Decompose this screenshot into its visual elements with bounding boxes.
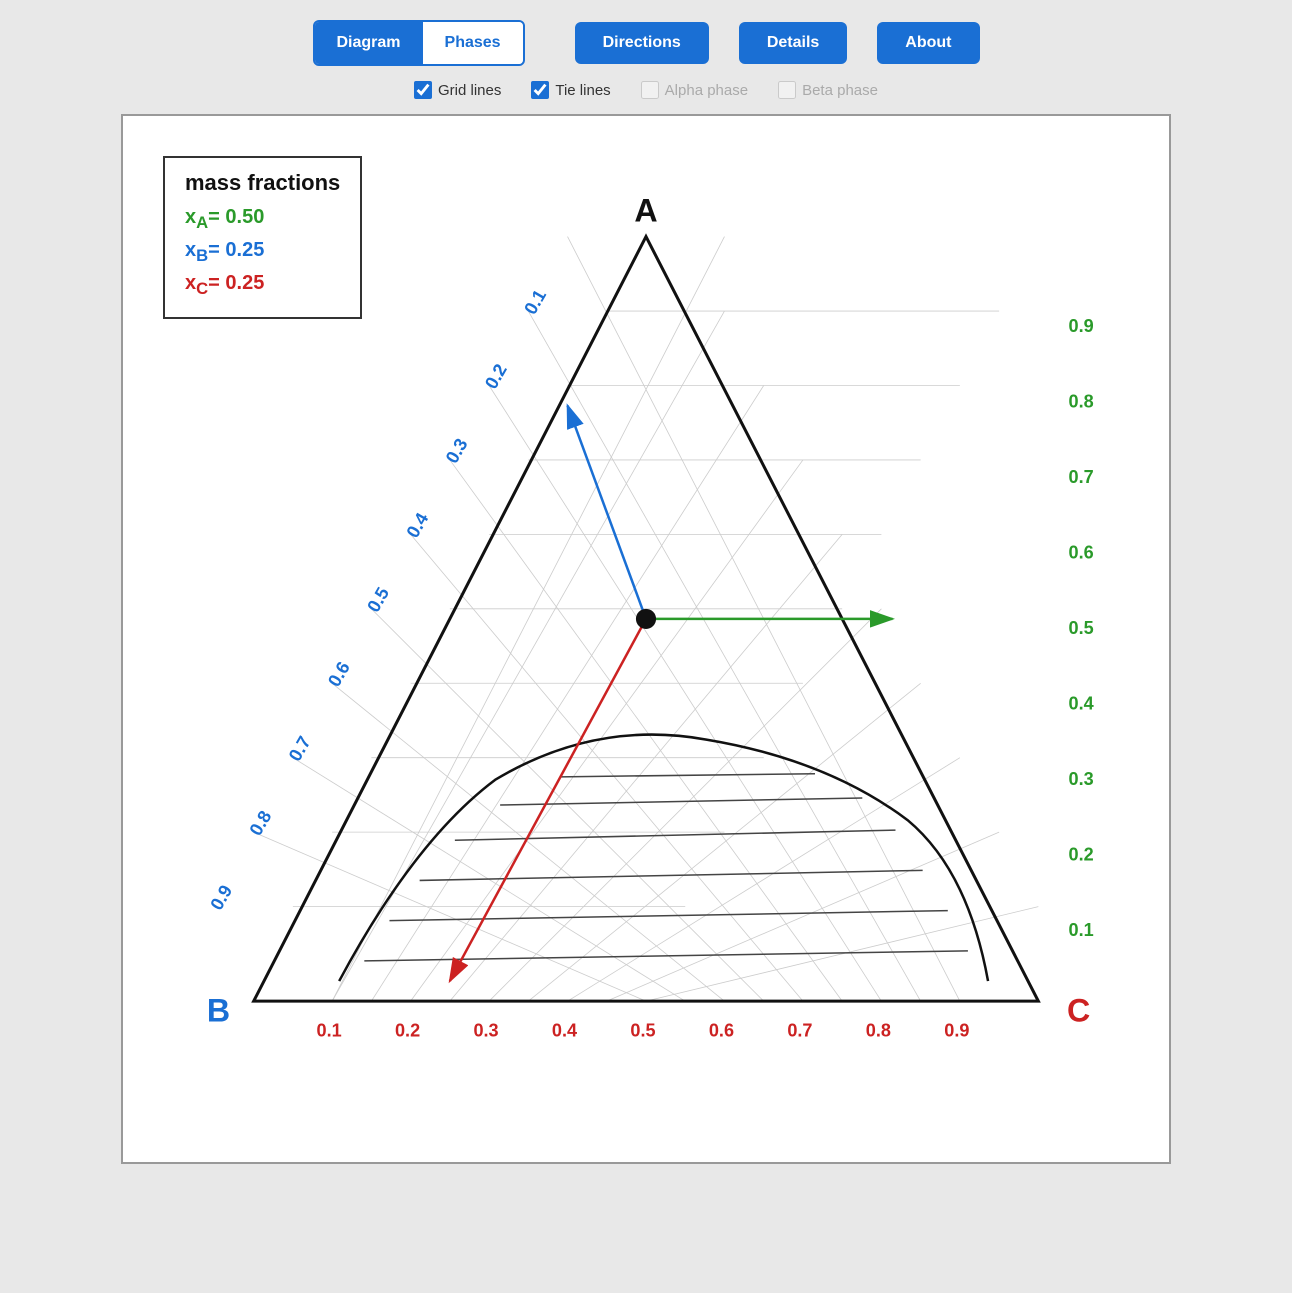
svg-text:0.3: 0.3 bbox=[442, 435, 472, 467]
svg-text:0.3: 0.3 bbox=[473, 1020, 498, 1040]
svg-text:0.5: 0.5 bbox=[1069, 618, 1094, 638]
legend-xc: xC= 0.25 bbox=[185, 272, 340, 299]
alpha-phase-checkbox[interactable] bbox=[641, 81, 659, 99]
blue-axis-labels: 0.1 0.2 0.3 0.4 0.5 0.6 0.7 0.8 0.9 bbox=[206, 286, 550, 913]
svg-text:0.3: 0.3 bbox=[1069, 769, 1094, 789]
svg-text:0.8: 0.8 bbox=[866, 1020, 891, 1040]
tie-lines-label: Tie lines bbox=[555, 82, 610, 99]
beta-phase-option[interactable]: Beta phase bbox=[778, 81, 878, 99]
tie-lines-option[interactable]: Tie lines bbox=[531, 81, 610, 99]
legend-xb: xB= 0.25 bbox=[185, 239, 340, 266]
svg-text:0.9: 0.9 bbox=[206, 882, 236, 914]
grid-lines-checkbox[interactable] bbox=[414, 81, 432, 99]
svg-text:0.8: 0.8 bbox=[1069, 392, 1094, 412]
legend-xa: xA= 0.50 bbox=[185, 206, 340, 233]
svg-text:0.9: 0.9 bbox=[1069, 316, 1094, 336]
vertex-b-label: B bbox=[207, 992, 230, 1028]
beta-phase-checkbox[interactable] bbox=[778, 81, 796, 99]
svg-text:0.4: 0.4 bbox=[552, 1020, 577, 1040]
tie-lines-checkbox[interactable] bbox=[531, 81, 549, 99]
blue-arrow bbox=[568, 406, 646, 619]
svg-text:0.7: 0.7 bbox=[1069, 467, 1094, 487]
svg-text:0.4: 0.4 bbox=[1069, 693, 1094, 713]
svg-text:0.1: 0.1 bbox=[317, 1020, 342, 1040]
details-button[interactable]: Details bbox=[739, 22, 847, 64]
options-bar: Grid lines Tie lines Alpha phase Beta ph… bbox=[414, 81, 878, 99]
svg-text:0.6: 0.6 bbox=[324, 658, 354, 690]
about-button[interactable]: About bbox=[877, 22, 979, 64]
directions-button[interactable]: Directions bbox=[575, 22, 709, 64]
svg-text:0.5: 0.5 bbox=[363, 584, 393, 616]
beta-phase-label: Beta phase bbox=[802, 82, 878, 99]
svg-text:0.2: 0.2 bbox=[395, 1020, 420, 1040]
svg-text:0.6: 0.6 bbox=[709, 1020, 734, 1040]
red-arrow bbox=[450, 619, 646, 981]
svg-text:0.2: 0.2 bbox=[481, 361, 511, 393]
diagram-phases-group: Diagram Phases bbox=[313, 20, 525, 66]
phases-button[interactable]: Phases bbox=[423, 22, 523, 64]
diagram-container: mass fractions xA= 0.50 xB= 0.25 xC= 0.2… bbox=[121, 114, 1171, 1164]
alpha-phase-label: Alpha phase bbox=[665, 82, 748, 99]
alpha-phase-option[interactable]: Alpha phase bbox=[641, 81, 748, 99]
vertex-c-label: C bbox=[1067, 992, 1090, 1028]
red-axis-labels: 0.1 0.2 0.3 0.4 0.5 0.6 0.7 0.8 0.9 bbox=[317, 1020, 970, 1040]
grid-lines-option[interactable]: Grid lines bbox=[414, 81, 501, 99]
composition-point[interactable] bbox=[636, 609, 656, 629]
green-axis-labels: 0.1 0.2 0.3 0.4 0.5 0.6 0.7 0.8 0.9 bbox=[1069, 316, 1094, 940]
vertex-a-label: A bbox=[634, 193, 657, 229]
top-navigation: Diagram Phases Directions Details About bbox=[313, 20, 980, 66]
legend-box: mass fractions xA= 0.50 xB= 0.25 xC= 0.2… bbox=[163, 156, 362, 319]
svg-text:0.4: 0.4 bbox=[403, 509, 433, 541]
tie-lines-group bbox=[364, 774, 968, 961]
svg-text:0.2: 0.2 bbox=[1069, 844, 1094, 864]
svg-text:0.8: 0.8 bbox=[246, 807, 276, 839]
svg-text:0.1: 0.1 bbox=[520, 286, 550, 318]
grid-lines-label: Grid lines bbox=[438, 82, 501, 99]
diagram-button[interactable]: Diagram bbox=[315, 22, 423, 64]
svg-text:0.5: 0.5 bbox=[630, 1020, 655, 1040]
svg-text:0.6: 0.6 bbox=[1069, 543, 1094, 563]
svg-text:0.7: 0.7 bbox=[285, 733, 315, 765]
svg-text:0.1: 0.1 bbox=[1069, 920, 1094, 940]
binodal-curve bbox=[339, 735, 988, 981]
legend-title: mass fractions bbox=[185, 170, 340, 196]
svg-text:0.9: 0.9 bbox=[944, 1020, 969, 1040]
svg-text:0.7: 0.7 bbox=[787, 1020, 812, 1040]
